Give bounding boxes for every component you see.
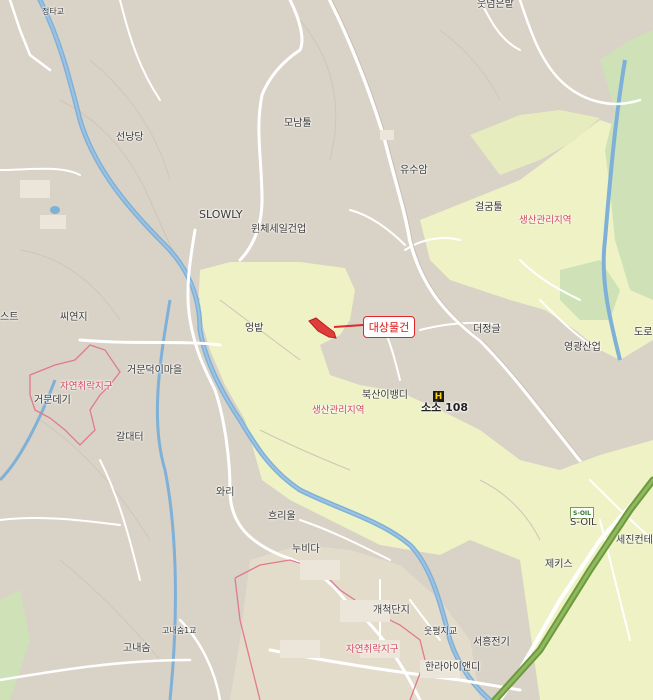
label-geolgeumteul: 걸굼툴 — [475, 202, 503, 213]
label-doro: 도로 — [634, 327, 653, 338]
label-gonaesum1: 고내숨1교 — [162, 626, 197, 635]
label-sejinkeonte: 세진컨테이 — [616, 535, 653, 546]
label-galdaeteo: 갈대터 — [116, 432, 144, 443]
label-soso108[interactable]: 소소 108 — [421, 402, 468, 413]
label-gaecheokdanji: 개척단지 — [373, 605, 410, 616]
label-nubida: 누비다 — [292, 544, 320, 555]
label-geomundeugi: 거문데기 — [34, 395, 71, 406]
map-view[interactable]: 대상물건 정타교 웃넘은밭 선낭당 모남툴 유수암 SLOWLY 윈체세일건업 … — [0, 0, 653, 700]
label-wonjesaeil: 윈체세일건업 — [251, 224, 307, 235]
label-natural-settlement-left: 자연취락지구 — [60, 381, 113, 392]
label-natural-settlement-bottom: 자연취락지구 — [346, 644, 399, 655]
label-monamteul: 모남툴 — [284, 118, 312, 129]
label-seonangdang: 선낭당 — [116, 132, 144, 143]
label-eongbat: 엉밭 — [245, 323, 264, 334]
label-hallaiaendi: 한라아이앤디 — [425, 662, 481, 673]
label-buksanibaengdi: 북산이뱅디 — [362, 390, 408, 401]
label-seuteu: 스트 — [0, 312, 19, 323]
label-seoheungjeongi: 서흥전기 — [473, 637, 510, 648]
label-jeongtagyo: 정타교 — [42, 7, 65, 16]
label-jekiseu: 제키스 — [545, 559, 573, 570]
label-production-zone-mid: 생산관리지역 — [312, 405, 365, 416]
label-geomundeukimaeul: 거문덕이마을 — [127, 365, 183, 376]
label-yusuam: 유수암 — [400, 165, 428, 176]
label-soil: S-OIL — [570, 517, 597, 528]
label-ssiyeonji: 씨연지 — [60, 312, 88, 323]
label-production-zone-upper: 생산관리지역 — [519, 215, 572, 226]
label-deojeonggeul: 더정글 — [473, 324, 501, 335]
label-gonaesum: 고내숨 — [123, 643, 151, 654]
label-slowly: SLOWLY — [199, 208, 243, 221]
label-utpyeongjigyo: 웃평지교 — [424, 627, 458, 637]
label-heurieul: 흐리울 — [268, 511, 296, 522]
label-yeonggwangsaneop: 영광산업 — [564, 342, 601, 353]
label-wari: 와리 — [216, 487, 235, 498]
label-utneunbat: 웃넘은밭 — [477, 0, 514, 10]
map-base-layer — [0, 0, 653, 700]
target-property-callout[interactable]: 대상물건 — [363, 316, 415, 338]
